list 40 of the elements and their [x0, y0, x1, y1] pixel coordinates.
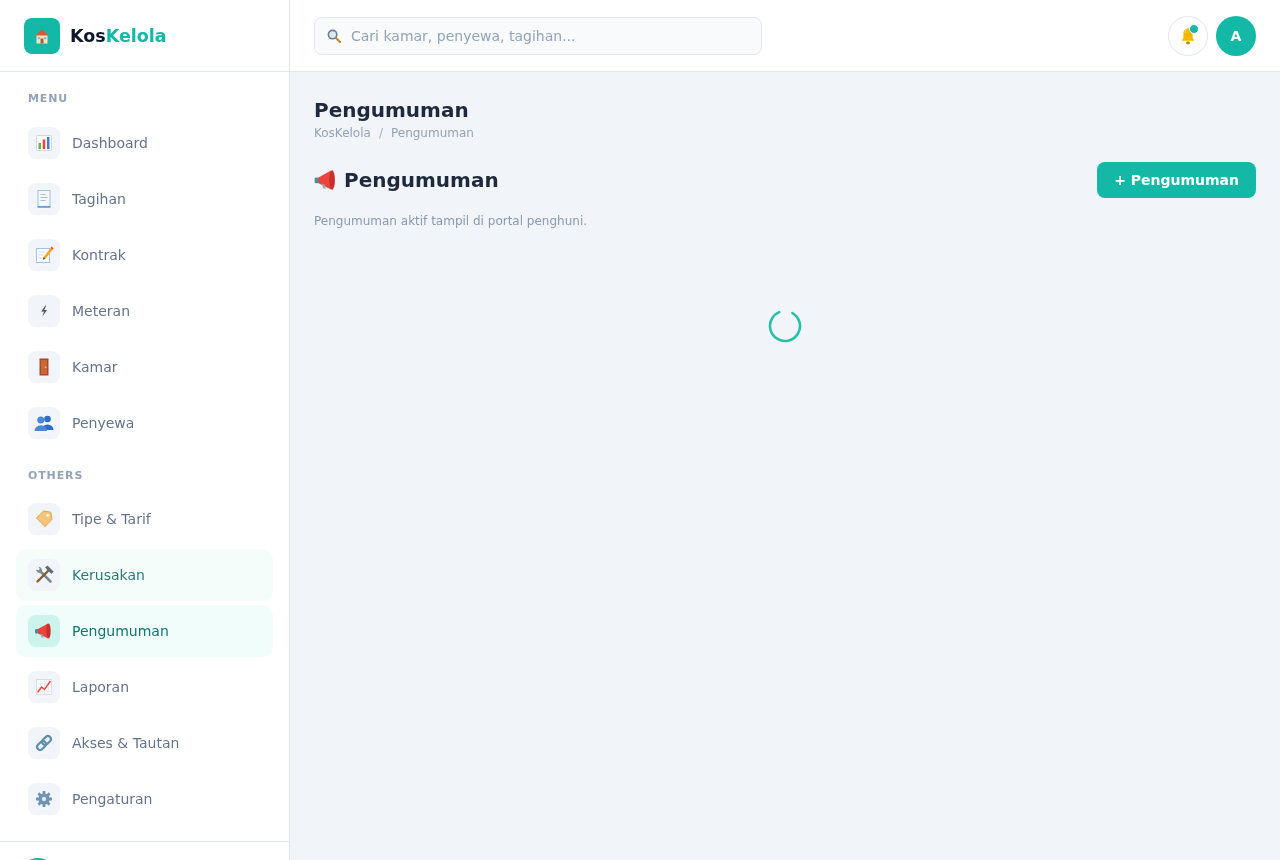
page-title: Pengumuman: [314, 97, 470, 124]
sidebar-item[interactable]: Kontrak: [16, 229, 273, 281]
memo-pencil-icon: [28, 239, 60, 271]
receipt-icon: [28, 183, 60, 215]
sidebar-item[interactable]: Kamar: [16, 341, 273, 393]
bell-icon: [1180, 26, 1196, 45]
sidebar-section-label: OTHERS: [27, 469, 85, 483]
sidebar-item[interactable]: Penyewa: [16, 397, 273, 449]
sidebar-section-label: MENU: [27, 92, 70, 106]
hammer-wrench-icon: [28, 559, 60, 591]
section-description: Pengumuman aktif tampil di portal penghuni.: [314, 213, 589, 229]
sidebar-item[interactable]: Meteran: [16, 285, 273, 337]
section-title: Pengumuman: [344, 167, 499, 194]
user-avatar[interactable]: A: [1216, 15, 1256, 56]
sidebar-item[interactable]: Akses & Tautan: [16, 717, 273, 769]
link-icon: [28, 727, 60, 759]
breadcrumb-current: Pengumuman: [390, 125, 474, 141]
sidebar-item[interactable]: Tagihan: [16, 173, 273, 225]
tag-icon: [28, 503, 60, 535]
sidebar-item[interactable]: Laporan: [16, 661, 273, 713]
door-icon: [28, 351, 60, 383]
bar-chart-icon: [28, 127, 60, 159]
sidebar-item[interactable]: Pengumuman: [16, 605, 273, 657]
megaphone-icon: [314, 169, 336, 191]
sidebar-item[interactable]: Kerusakan: [16, 549, 273, 601]
people-icon: [28, 407, 60, 439]
add-announcement-button[interactable]: + Pengumuman: [1097, 162, 1256, 198]
search-icon: [327, 28, 341, 43]
line-chart-icon: [28, 671, 60, 703]
breadcrumb-separator: /: [378, 125, 383, 141]
lightning-icon: [28, 295, 60, 327]
gear-icon: [28, 783, 60, 815]
sidebar-item[interactable]: Dashboard: [16, 117, 273, 169]
sidebar-item[interactable]: Tipe & Tarif: [16, 493, 273, 545]
megaphone-icon: [28, 615, 60, 647]
notification-button[interactable]: [1168, 15, 1208, 56]
search-field[interactable]: Cari kamar, penyewa, tagihan...: [314, 16, 762, 55]
brand-name: KosKelola: [70, 24, 167, 47]
sidebar-item[interactable]: Pengaturan: [16, 773, 273, 825]
house-logo-icon: [24, 17, 60, 54]
